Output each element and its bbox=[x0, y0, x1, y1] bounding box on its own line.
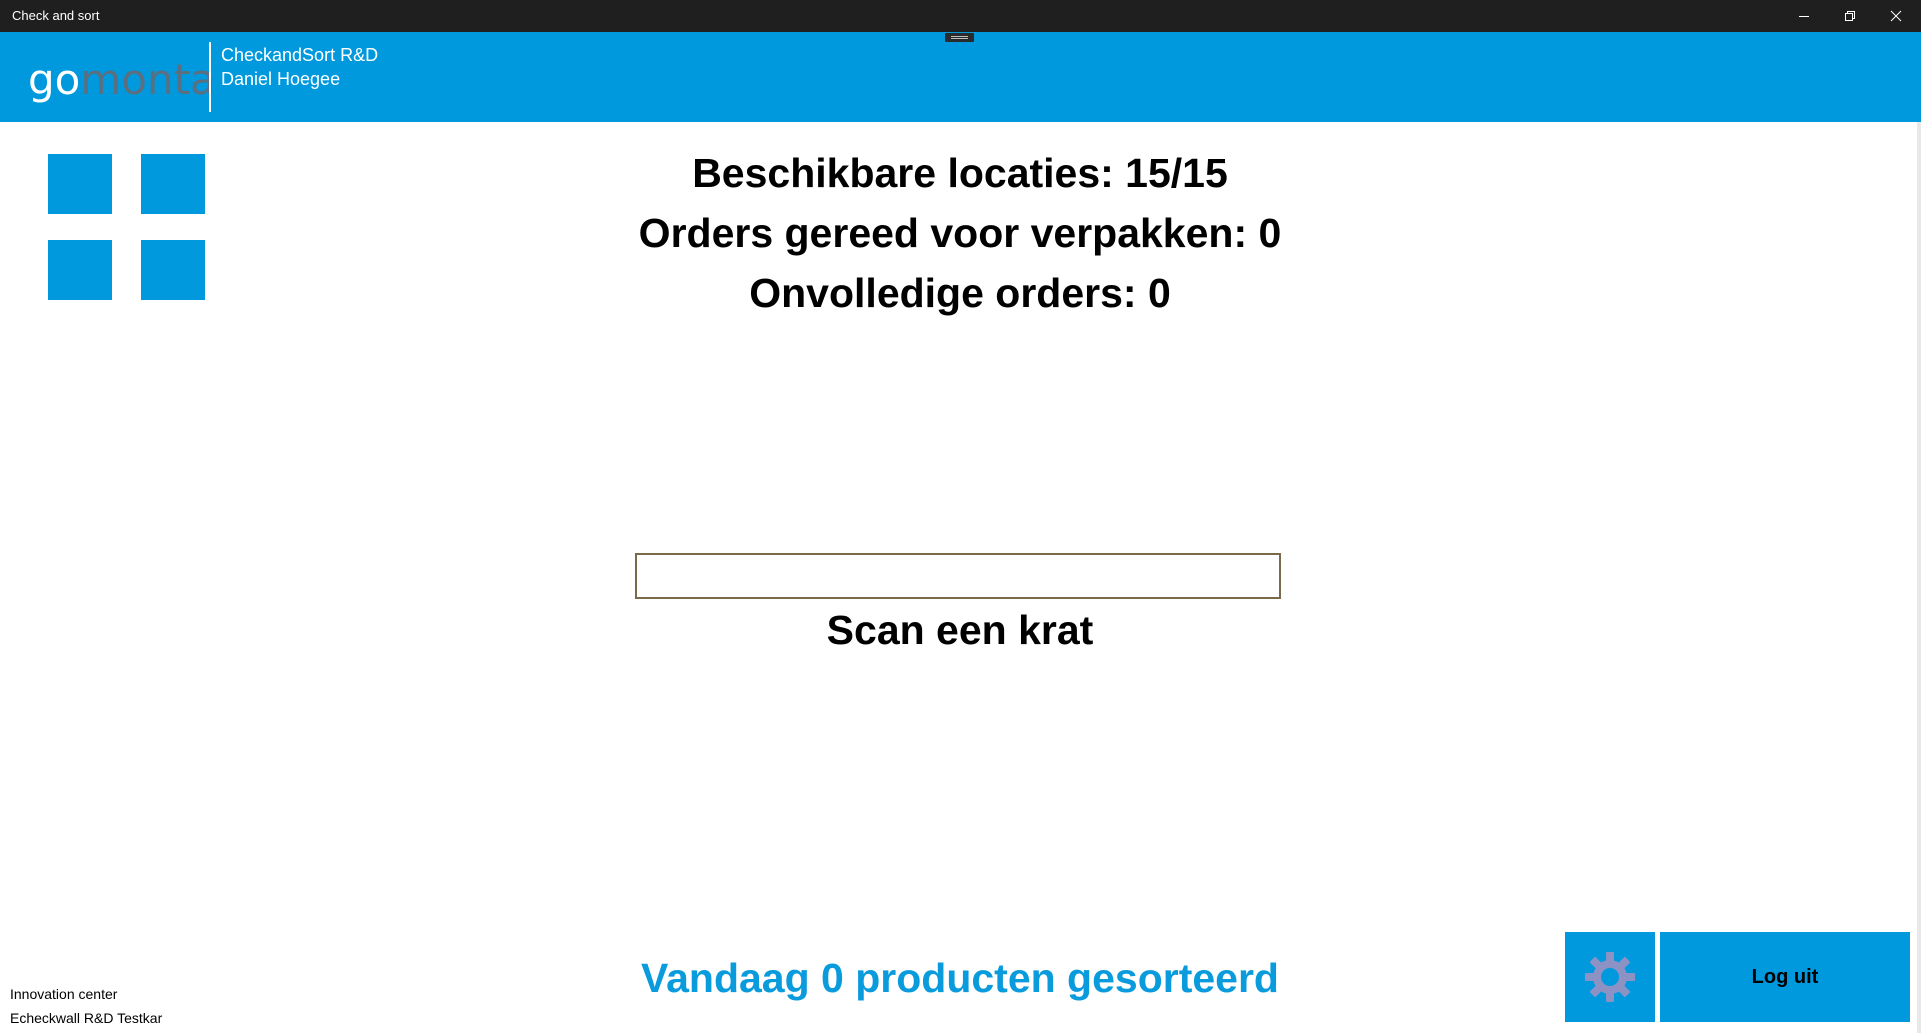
location-line1: Innovation center bbox=[10, 986, 118, 1002]
restore-button[interactable] bbox=[1827, 0, 1873, 31]
logout-button[interactable]: Log uit bbox=[1660, 932, 1910, 1022]
grid-tile-top-right[interactable] bbox=[141, 154, 205, 214]
scan-input[interactable] bbox=[635, 553, 1281, 599]
orders-ready-text: Orders gereed voor verpakken: 0 bbox=[638, 210, 1282, 256]
restore-icon bbox=[1845, 10, 1855, 21]
incomplete-orders-text: Onvolledige orders: 0 bbox=[749, 270, 1171, 316]
user-name: Daniel Hoegee bbox=[221, 69, 341, 89]
gomonta-logo: gomonta bbox=[28, 50, 216, 110]
logo-monta-text: monta bbox=[80, 55, 216, 104]
app-header: gomonta CheckandSort R&D Daniel Hoegee bbox=[0, 32, 1921, 122]
scan-label: Scan een krat bbox=[826, 607, 1094, 653]
gear-icon bbox=[1585, 952, 1635, 1002]
settings-button[interactable] bbox=[1565, 932, 1655, 1022]
today-sorted-text: Vandaag 0 producten gesorteerd bbox=[641, 955, 1279, 1001]
station-name: CheckandSort R&D bbox=[221, 45, 379, 65]
grid-tile-bottom-right[interactable] bbox=[141, 240, 205, 300]
close-button[interactable] bbox=[1873, 0, 1919, 31]
header-divider bbox=[209, 42, 211, 112]
minimize-icon bbox=[1799, 15, 1809, 17]
window-titlebar: Check and sort bbox=[0, 0, 1921, 32]
close-icon bbox=[1890, 10, 1902, 21]
logo-go-text: go bbox=[28, 55, 81, 104]
window-title: Check and sort bbox=[12, 8, 100, 23]
drag-handle[interactable] bbox=[945, 33, 974, 42]
minimize-button[interactable] bbox=[1781, 0, 1827, 31]
window-edge bbox=[1917, 122, 1921, 1033]
location-line2: Echeckwall R&D Testkar bbox=[10, 1010, 163, 1026]
grid-tile-top-left[interactable] bbox=[48, 154, 112, 214]
available-locations-text: Beschikbare locaties: 15/15 bbox=[692, 150, 1228, 196]
grid-tile-bottom-left[interactable] bbox=[48, 240, 112, 300]
